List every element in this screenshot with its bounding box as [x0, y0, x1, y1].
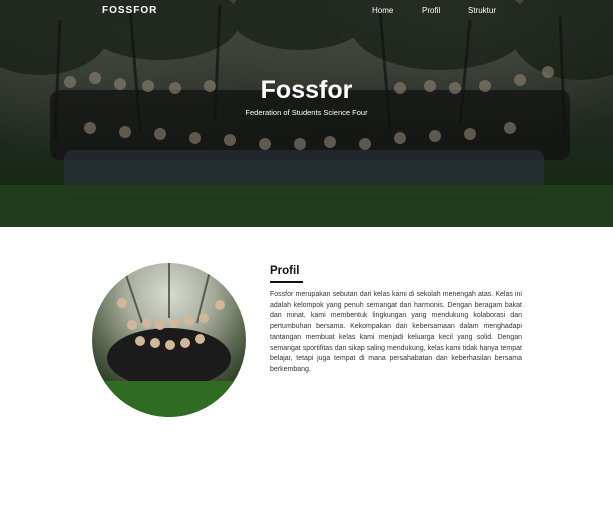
profile-photo-image	[92, 263, 246, 417]
heading-underline	[270, 281, 303, 283]
brand-logo[interactable]: FOSSFOR	[102, 5, 157, 16]
profile-description: Fossfor merupakan sebutan dari kelas kam…	[270, 291, 522, 373]
hero-subtitle: Federation of Students Science Four	[245, 108, 368, 117]
hero-title: Fossfor	[260, 76, 353, 104]
nav-link-profil[interactable]: Profil	[422, 6, 440, 15]
nav-link-home[interactable]: Home	[372, 6, 393, 15]
nav-link-struktur[interactable]: Struktur	[468, 6, 496, 15]
profile-heading: Profil	[270, 265, 300, 277]
profile-photo	[92, 263, 246, 417]
hero-banner: FOSSFOR Home Profil Struktur Fossfor Fed…	[0, 0, 613, 227]
navbar: FOSSFOR Home Profil Struktur	[0, 0, 613, 24]
